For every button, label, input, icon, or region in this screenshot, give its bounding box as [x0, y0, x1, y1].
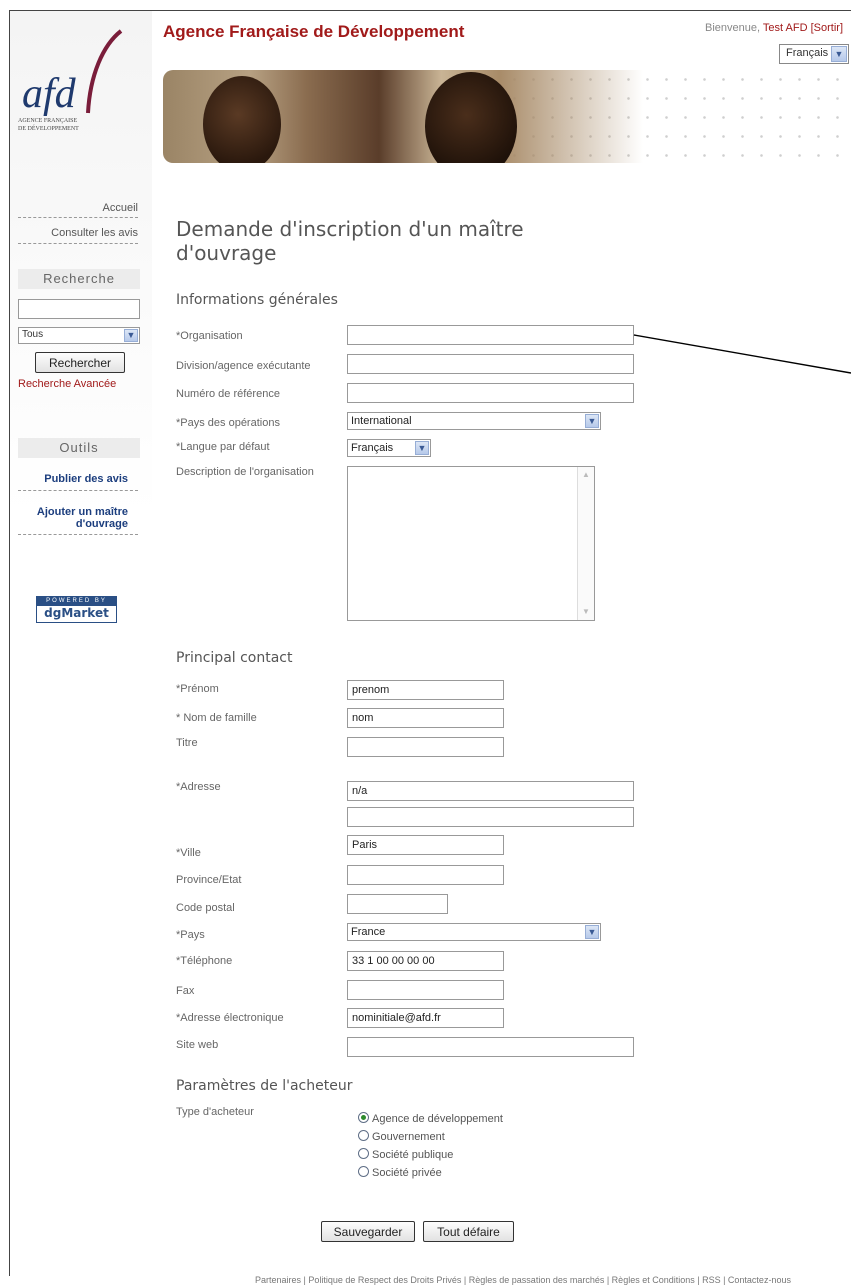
callout-line: [633, 334, 851, 374]
